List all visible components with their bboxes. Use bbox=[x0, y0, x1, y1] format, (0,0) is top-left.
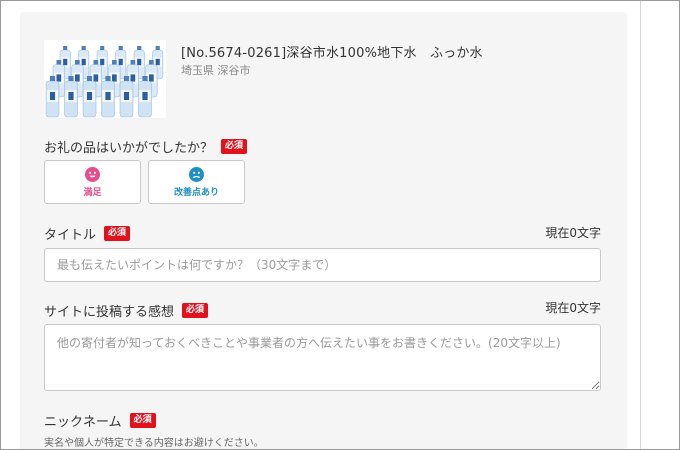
impression-label: サイトに投稿する感想 必須 bbox=[44, 301, 209, 320]
title-label-text: タイトル bbox=[44, 228, 97, 243]
title-input[interactable] bbox=[44, 248, 601, 282]
title-label: タイトル 必須 bbox=[44, 224, 131, 243]
review-form-card: [No.5674-0261]深谷市水100%地下水 ふっか水 埼玉県 深谷市 お… bbox=[20, 12, 627, 450]
title-char-counter: 現在0文字 bbox=[545, 226, 601, 240]
rating-question: お礼の品はいかがでしたか？ 必須 bbox=[44, 137, 248, 156]
water-bottles-image bbox=[44, 40, 166, 118]
rating-improve-button[interactable]: 改善点あり bbox=[148, 160, 245, 204]
improve-icon bbox=[189, 166, 204, 182]
product-name[interactable]: [No.5674-0261]深谷市水100%地下水 ふっか水 bbox=[181, 42, 483, 61]
product-summary: [No.5674-0261]深谷市水100%地下水 ふっか水 埼玉県 深谷市 bbox=[44, 40, 604, 120]
rating-improve-label: 改善点あり bbox=[173, 187, 219, 198]
product-location: 埼玉県 深谷市 bbox=[181, 64, 251, 77]
rating-question-text: お礼の品はいかがでしたか？ bbox=[44, 141, 214, 156]
rating-satisfied-button[interactable]: 満足 bbox=[44, 160, 141, 204]
nickname-label-text: ニックネーム bbox=[44, 415, 122, 430]
smile-icon bbox=[85, 166, 100, 182]
nickname-note: 実名や個人が特定できる内容はお避けください。 bbox=[44, 438, 264, 449]
page-scroll-edge bbox=[640, 0, 641, 450]
rating-satisfied-label: 満足 bbox=[83, 187, 102, 198]
nickname-label: ニックネーム 必須 bbox=[44, 411, 156, 430]
product-image bbox=[44, 40, 166, 118]
required-badge: 必須 bbox=[221, 139, 248, 154]
required-badge: 必須 bbox=[104, 226, 131, 241]
required-badge: 必須 bbox=[129, 413, 156, 428]
required-badge: 必須 bbox=[182, 303, 209, 318]
impression-textarea[interactable] bbox=[44, 324, 601, 391]
impression-label-text: サイトに投稿する感想 bbox=[44, 305, 175, 320]
impression-char-counter: 現在0文字 bbox=[545, 301, 601, 315]
